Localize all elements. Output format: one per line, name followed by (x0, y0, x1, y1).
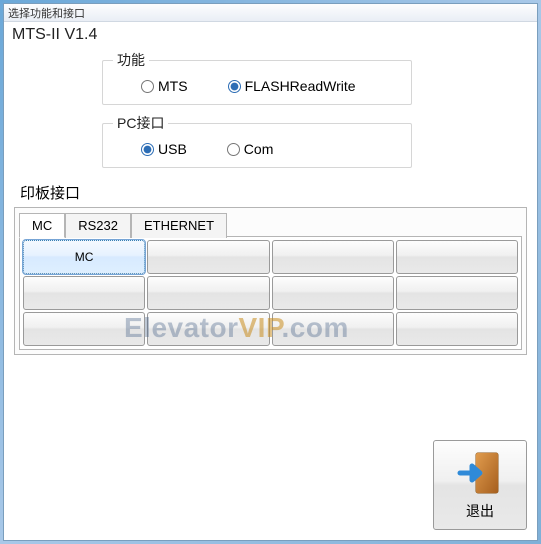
radio-usb[interactable]: USB (141, 141, 187, 157)
exit-icon (456, 449, 504, 497)
tab-mc[interactable]: MC (19, 213, 65, 238)
radio-flash[interactable]: FLASHReadWrite (228, 78, 356, 94)
pcport-legend: PC接口 (113, 113, 168, 133)
radio-flash-input[interactable] (228, 80, 241, 93)
tabs-area: MC RS232 ETHERNET MC (14, 207, 527, 355)
client-area: MTS-II V1.4 功能 MTS FLASHReadWrite PC接口 U… (4, 22, 537, 540)
tab-strip: MC RS232 ETHERNET (19, 213, 522, 238)
radio-mts-input[interactable] (141, 80, 154, 93)
grid-cell-7[interactable] (396, 276, 518, 310)
dialog-window: 选择功能和接口 MTS-II V1.4 功能 MTS FLASHReadWrit… (3, 3, 538, 541)
radio-mts-label: MTS (158, 78, 188, 94)
function-radio-row: MTS FLASHReadWrite (113, 78, 401, 94)
grid-cell-10[interactable] (272, 312, 394, 346)
pcport-radio-row: USB Com (113, 141, 401, 157)
exit-button-label: 退出 (466, 501, 494, 521)
board-interface-label: 印板接口 (20, 182, 529, 203)
version-label: MTS-II V1.4 (12, 26, 529, 44)
window-title: 选择功能和接口 (8, 8, 85, 20)
radio-usb-label: USB (158, 141, 187, 157)
grid-cell-1[interactable] (147, 240, 269, 274)
radio-com-input[interactable] (227, 143, 240, 156)
titlebar: 选择功能和接口 (4, 4, 537, 22)
button-grid: MC (20, 237, 521, 349)
grid-cell-6[interactable] (272, 276, 394, 310)
grid-cell-2[interactable] (272, 240, 394, 274)
radio-com-label: Com (244, 141, 274, 157)
tab-content: MC (19, 236, 522, 350)
radio-usb-input[interactable] (141, 143, 154, 156)
tab-ethernet[interactable]: ETHERNET (131, 213, 227, 238)
grid-cell-8[interactable] (23, 312, 145, 346)
grid-cell-11[interactable] (396, 312, 518, 346)
pcport-group: PC接口 USB Com (102, 113, 412, 168)
radio-com[interactable]: Com (227, 141, 274, 157)
grid-cell-9[interactable] (147, 312, 269, 346)
grid-cell-3[interactable] (396, 240, 518, 274)
function-group: 功能 MTS FLASHReadWrite (102, 50, 412, 105)
radio-mts[interactable]: MTS (141, 78, 188, 94)
grid-cell-5[interactable] (147, 276, 269, 310)
tab-rs232[interactable]: RS232 (65, 213, 131, 238)
radio-flash-label: FLASHReadWrite (245, 78, 356, 94)
grid-cell-0[interactable]: MC (23, 240, 145, 274)
exit-button[interactable]: 退出 (433, 440, 527, 530)
function-legend: 功能 (113, 50, 149, 70)
grid-cell-4[interactable] (23, 276, 145, 310)
